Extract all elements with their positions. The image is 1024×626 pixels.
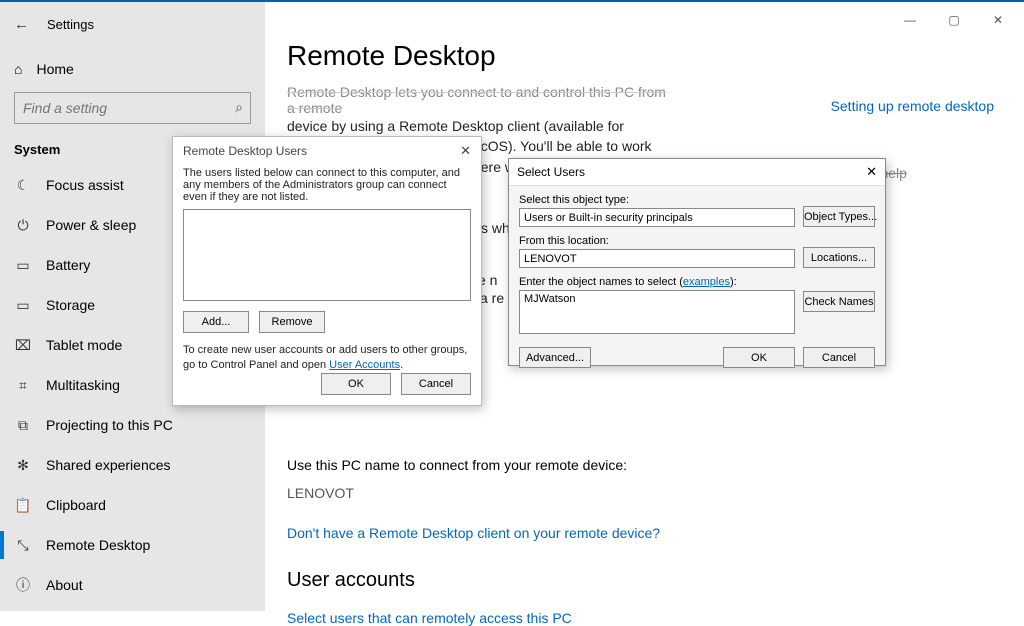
location-field[interactable] (519, 249, 795, 268)
home-label: Home (36, 61, 73, 77)
power-sleep-icon: ⏻ (14, 217, 32, 234)
cancel-button[interactable]: Cancel (401, 373, 471, 395)
accounts-header: User accounts (287, 569, 807, 592)
search-icon: ⌕ (235, 99, 243, 116)
sidebar-item-label: Tablet mode (46, 337, 122, 353)
sidebar-item-label: About (46, 577, 83, 593)
names-label: Enter the object names to select (exampl… (519, 276, 795, 288)
pc-name: LENOVOT (287, 485, 807, 501)
dialog-title: Remote Desktop Users (183, 144, 307, 158)
sidebar-item-label: Focus assist (46, 177, 124, 193)
sidebar-item-label: Power & sleep (46, 217, 136, 233)
dialog-hint: To create new user accounts or add users… (183, 343, 471, 373)
sidebar-item-label: Storage (46, 297, 95, 313)
remote-desktop-users-dialog: Remote Desktop Users ✕ The users listed … (172, 136, 482, 406)
sidebar-item-projecting-to-this-pc[interactable]: ⧉ Projecting to this PC (0, 405, 265, 445)
cancel-button[interactable]: Cancel (803, 347, 875, 368)
sidebar-home[interactable]: ⌂ Home (0, 46, 265, 92)
sidebar-item-shared-experiences[interactable]: ✻ Shared experiences (0, 445, 265, 485)
ok-button[interactable]: OK (321, 373, 391, 395)
dialog-title: Select Users (517, 165, 585, 179)
users-listbox[interactable] (183, 209, 471, 301)
focus-assist-icon: ☾ (14, 177, 32, 194)
connect-label: Use this PC name to connect from your re… (287, 457, 807, 473)
examples-link[interactable]: examples (683, 276, 730, 288)
fragment-text: s wh (481, 220, 510, 236)
check-names-button[interactable]: Check Names (803, 291, 875, 312)
object-type-field[interactable] (519, 208, 795, 227)
select-users-link[interactable]: Select users that can remotely access th… (287, 610, 807, 626)
close-icon[interactable]: ✕ (460, 143, 471, 159)
select-users-dialog: Select Users ✕ Select this object type: … (508, 158, 886, 366)
client-link[interactable]: Don't have a Remote Desktop client on yo… (287, 525, 807, 541)
multitasking-icon: ⌗ (14, 377, 32, 394)
remote-desktop-icon: ⤡ (14, 537, 32, 554)
object-types-button[interactable]: Object Types... (803, 206, 875, 227)
sidebar-item-label: Multitasking (46, 377, 120, 393)
storage-icon: ▭ (14, 297, 32, 314)
home-icon: ⌂ (14, 61, 22, 77)
locations-button[interactable]: Locations... (803, 247, 875, 268)
object-names-input[interactable]: MJWatson (519, 290, 795, 334)
close-icon[interactable]: ✕ (866, 164, 877, 180)
projecting-to-this-pc-icon: ⧉ (14, 417, 32, 434)
main-block: Use this PC name to connect from your re… (287, 457, 807, 626)
sidebar-item-label: Remote Desktop (46, 537, 150, 553)
sidebar-item-about[interactable]: ⓘ About (0, 565, 265, 605)
sidebar-item-label: Shared experiences (46, 457, 171, 473)
sidebar-item-clipboard[interactable]: 📋 Clipboard (0, 485, 265, 525)
back-icon[interactable]: ← (14, 16, 29, 33)
battery-icon: ▭ (14, 257, 32, 274)
add-button[interactable]: Add... (183, 311, 249, 333)
sidebar-header: ← Settings (0, 2, 265, 46)
sidebar-item-label: Battery (46, 257, 90, 273)
sidebar-item-label: Projecting to this PC (46, 417, 173, 433)
user-accounts-link[interactable]: User Accounts (329, 359, 400, 371)
remove-button[interactable]: Remove (259, 311, 325, 333)
sidebar-item-label: Clipboard (46, 497, 106, 513)
dialog-description: The users listed below can connect to th… (183, 167, 471, 203)
tablet-mode-icon: ⌧ (14, 337, 32, 354)
shared-experiences-icon: ✻ (14, 457, 32, 474)
about-icon: ⓘ (14, 575, 32, 595)
search-input[interactable] (14, 92, 251, 124)
location-label: From this location: (519, 235, 795, 247)
window-title: Settings (47, 17, 94, 32)
advanced-button[interactable]: Advanced... (519, 347, 591, 368)
fragment-text: a re (480, 290, 504, 306)
sidebar-item-remote-desktop[interactable]: ⤡ Remote Desktop (0, 525, 265, 565)
intro-cut: Remote Desktop lets you connect to and c… (287, 84, 667, 116)
setup-link[interactable]: Setting up remote desktop (831, 98, 994, 114)
search-wrap: ⌕ (14, 92, 251, 124)
object-type-label: Select this object type: (519, 194, 795, 206)
ok-button[interactable]: OK (723, 347, 795, 368)
page-title: Remote Desktop (287, 40, 994, 72)
clipboard-icon: 📋 (14, 497, 32, 514)
